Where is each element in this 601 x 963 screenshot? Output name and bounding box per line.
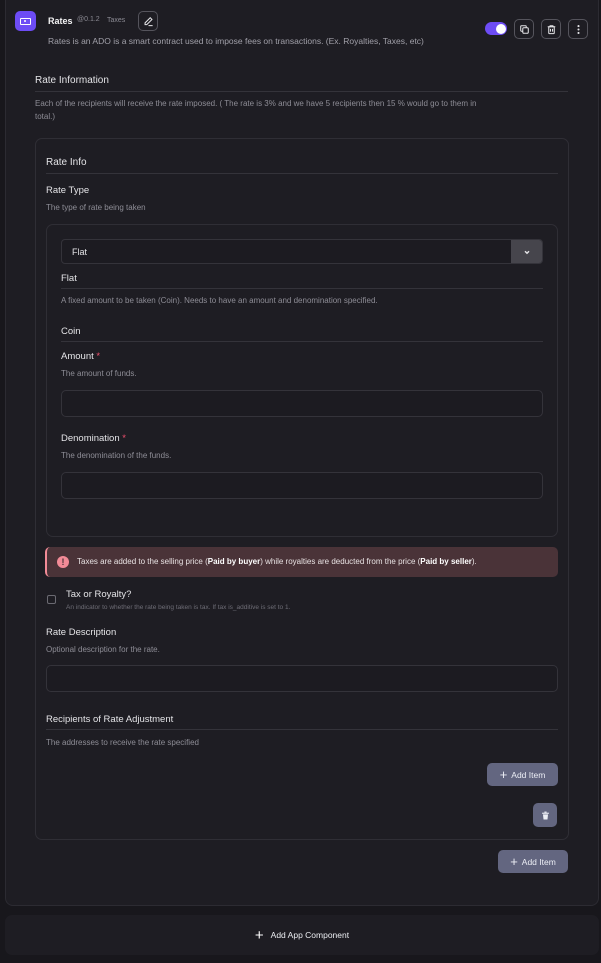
add-app-component-label: Add App Component	[270, 930, 350, 940]
ado-version: @0.1.2	[77, 16, 100, 23]
ado-tag: Taxes	[107, 17, 126, 24]
rate-information-description-cont: total.)	[35, 112, 56, 121]
denomination-input[interactable]	[61, 472, 543, 499]
amount-input[interactable]	[61, 390, 543, 417]
flat-help: A fixed amount to be taken (Coin). Needs…	[61, 296, 378, 305]
copy-button[interactable]	[514, 19, 534, 39]
divider	[46, 173, 558, 174]
enable-toggle[interactable]	[485, 22, 507, 35]
recipients-add-item-button[interactable]: + Add Item	[487, 763, 558, 786]
denomination-help: The denomination of the funds.	[61, 451, 172, 460]
recipients-help: The addresses to receive the rate specif…	[46, 738, 199, 747]
plus-icon: +	[499, 767, 508, 782]
required-mark: *	[96, 351, 101, 362]
divider	[61, 341, 543, 342]
tax-or-royalty-help: An indicator to whether the rate being t…	[66, 604, 291, 611]
amount-label-text: Amount	[61, 351, 94, 362]
money-bill-icon	[15, 11, 36, 31]
rate-description-label: Rate Description	[46, 627, 117, 638]
edit-button[interactable]	[138, 11, 158, 31]
add-item-label: Add Item	[511, 769, 546, 780]
denomination-label: Denomination *	[61, 433, 126, 444]
alert-text: Taxes are added to the selling price (Pa…	[77, 557, 477, 566]
rate-information-title: Rate Information	[35, 75, 109, 86]
coin-title: Coin	[61, 326, 81, 337]
rate-information-description: Each of the recipients will receive the …	[35, 99, 477, 108]
recipients-title: Recipients of Rate Adjustment	[46, 714, 174, 725]
tax-or-royalty-checkbox[interactable]	[47, 595, 56, 604]
tax-royalty-alert: ! Taxes are added to the selling price (…	[45, 547, 558, 577]
denomination-label-text: Denomination	[61, 433, 120, 444]
copy-icon	[519, 24, 529, 34]
ado-description: Rates is an ADO is a smart contract used…	[48, 36, 424, 46]
rate-info-title: Rate Info	[46, 157, 87, 168]
required-mark: *	[122, 433, 126, 444]
divider	[46, 729, 558, 730]
rate-type-select[interactable]: Flat	[61, 239, 543, 264]
add-app-component-button[interactable]: + Add App Component	[5, 915, 599, 955]
ado-title: Rates	[48, 16, 73, 26]
add-item-label: Add Item	[521, 856, 556, 867]
delete-button[interactable]	[541, 19, 561, 39]
edit-icon	[144, 16, 153, 26]
add-item-button[interactable]: + Add Item	[498, 850, 568, 873]
flat-title: Flat	[61, 273, 77, 284]
alert-circle-icon: !	[57, 556, 69, 568]
more-button[interactable]	[568, 19, 588, 39]
tax-or-royalty-label: Tax or Royalty?	[66, 589, 132, 600]
amount-help: The amount of funds.	[61, 369, 137, 378]
divider	[35, 91, 568, 92]
rate-description-input[interactable]	[46, 665, 558, 692]
rate-type-label: Rate Type	[46, 185, 90, 196]
divider	[61, 288, 543, 289]
rate-type-help: The type of rate being taken	[46, 203, 146, 212]
plus-icon: +	[510, 854, 518, 869]
plus-icon: +	[254, 926, 264, 944]
trash-icon	[541, 811, 549, 819]
more-vertical-icon	[576, 24, 580, 34]
rate-description-help: Optional description for the rate.	[46, 645, 160, 654]
chevron-down-icon	[523, 250, 530, 254]
rate-type-selected: Flat	[72, 247, 88, 257]
select-arrow-button[interactable]	[511, 240, 542, 263]
amount-label: Amount *	[61, 351, 100, 362]
remove-item-button[interactable]	[533, 803, 557, 827]
trash-icon	[547, 24, 555, 34]
